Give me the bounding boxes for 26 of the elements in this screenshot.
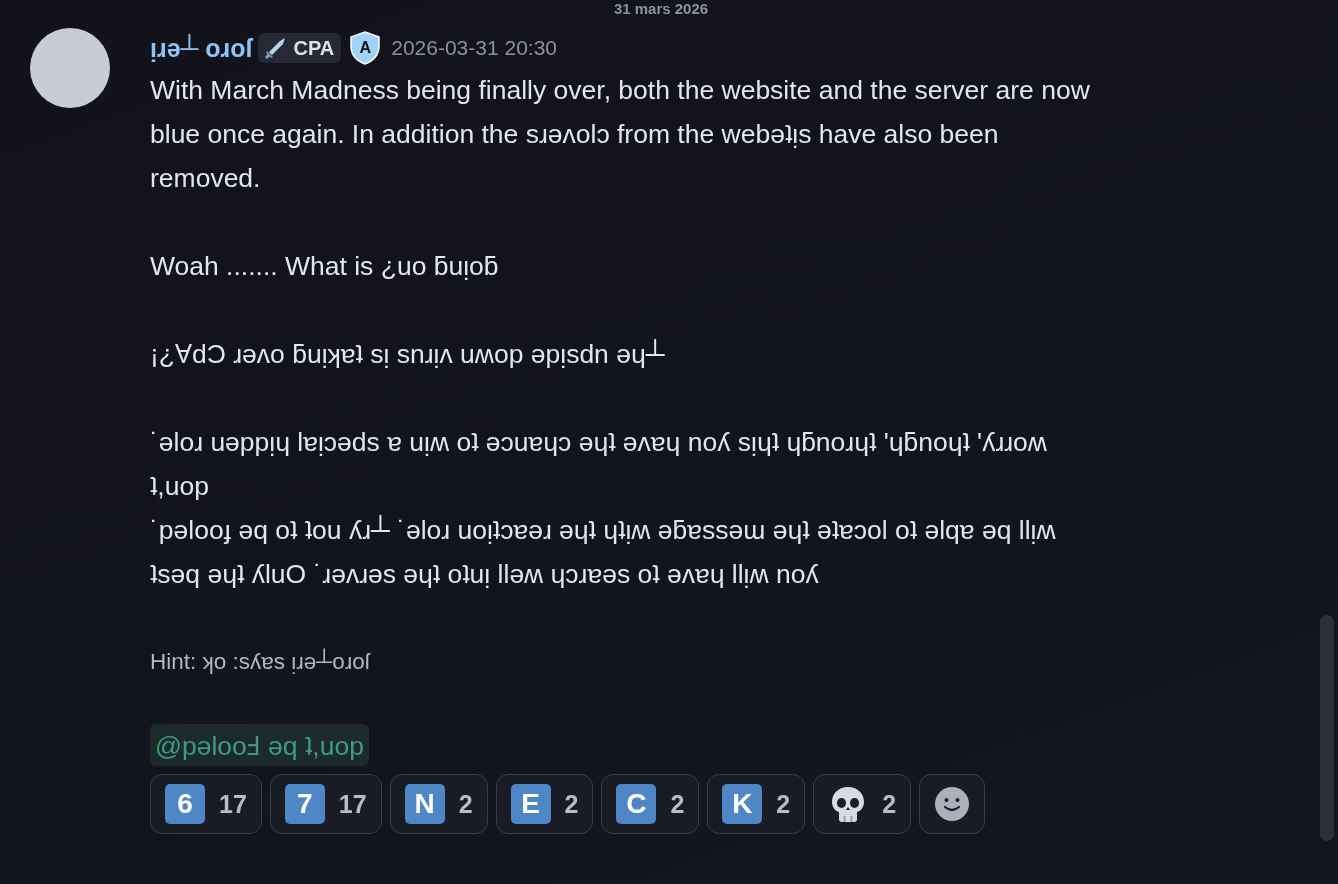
server-tag: CPA (258, 33, 342, 63)
letter-emoji: E (510, 784, 551, 824)
reaction-button[interactable]: K 2 (707, 774, 806, 834)
reaction-button[interactable]: N 2 (389, 774, 488, 834)
message-paragraph: With March Madness being finally over, both the website and the server are now blue once again. In addition the sɹǝʌolɔ from the webǝʇᴉs have also been removed. (150, 74, 1090, 195)
reaction-button[interactable]: E 2 (495, 774, 594, 834)
add-reaction-button[interactable] (919, 774, 986, 834)
reaction-button[interactable]: 7 17 (269, 774, 382, 834)
reaction-button[interactable]: 6 17 (150, 774, 262, 834)
message-paragraph: ˙ǝloɹ uǝppᴉɥ lɐᴉɔǝds ɐ uᴉʍ oʇ ǝɔuɐɥɔ ǝɥʇ ǝʌɐɥ noʎ sᴉɥʇ ɥƃnoɹɥʇ 'ɥƃnoɥʇ 'ʎɹɹoʍ ʇ,uop ˙pǝlooɟ ǝq oʇ ʇou ʎɹ┴ ˙ǝloɹ uoᴉʇɔɐǝɹ ǝɥʇ ɥʇᴉʍ ǝƃɐssǝɯ ǝɥʇ ǝʇɐɔol oʇ ǝlqɐ ǝq llᴉʍ ʇsǝq ǝɥʇ ʎluO ˙ɹǝʌɹǝs ǝɥʇ oʇuᴉ llǝʍ ɥɔɹɐǝs oʇ ǝʌɐɥ llᴉʍ noʎ (150, 426, 1057, 591)
message-paragraph: Woah ....... What is ¿uo ƃuᴉoƃ (150, 250, 500, 283)
letter-emoji: C (616, 784, 657, 824)
reaction-button[interactable]: C 2 (601, 774, 700, 834)
reaction-button[interactable]: 2 (813, 774, 912, 834)
hint-text: Hint: ʞo :sʎɐs ᴉɹǝ┴oɹoſ (150, 647, 372, 676)
letter-emoji: K (722, 784, 763, 824)
author-name[interactable]: ᴉɹǝ┴ oɹoſ (150, 33, 253, 63)
letter-emoji: 7 (284, 784, 325, 824)
scrollbar[interactable] (1320, 615, 1334, 841)
role-mention[interactable]: @pǝlooℲ ǝq ʇ,uop (150, 724, 369, 766)
timestamp: 2026-03-31 20:30 (391, 36, 558, 60)
message-paragraph: ¡¿ⱯdƆ ɹǝʌo ƃuᴉʞɐʇ sᴉ snɹᴉʌ uʍop ǝpᴉsdn ǝɥ┴ (150, 338, 666, 371)
letter-emoji: N (404, 784, 445, 824)
letter-emoji: 6 (165, 784, 205, 824)
smiley-icon (934, 786, 971, 822)
date-divider: 31 mars 2026 (612, 0, 710, 18)
